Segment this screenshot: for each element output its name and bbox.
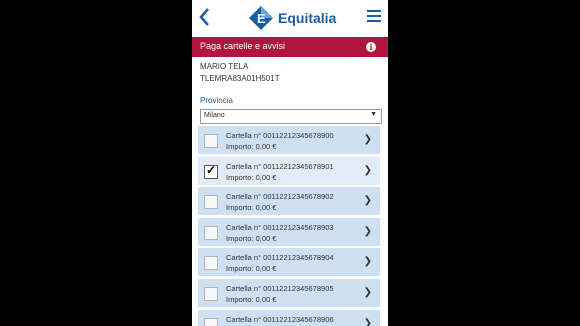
cartella-row[interactable]: ✓ Cartella n° 00112212345678901 Importo: 0…: [198, 156, 380, 185]
user-name: MARIO TELA: [200, 62, 249, 71]
back-button[interactable]: [198, 7, 214, 29]
app-screen: E Equitalia Paga cartelle e avvisi i MAR…: [192, 0, 388, 326]
brand-name: Equitalia: [278, 10, 337, 26]
top-bar: E Equitalia: [192, 0, 388, 37]
fiscal-code: TLEMRA83A01H501T: [200, 74, 280, 83]
cartella-number: Cartella n° 00112212345678905: [226, 283, 334, 293]
equitalia-logo-icon: E: [249, 6, 273, 30]
info-icon[interactable]: i: [366, 42, 376, 52]
cartella-checkbox[interactable]: [204, 195, 218, 210]
hamburger-icon-line: [367, 15, 381, 17]
chevron-right-icon[interactable]: ❯: [364, 256, 372, 267]
cartelle-list: Cartella n° 00112212345678900 Importo: 0,…: [198, 126, 380, 326]
section-title: Paga cartelle e avvisi: [200, 41, 286, 51]
chevron-right-icon[interactable]: ❯: [364, 226, 372, 237]
cartella-importo: Importo: 0,00 €: [226, 172, 277, 182]
chevron-right-icon[interactable]: ❯: [364, 165, 372, 176]
cartella-number: Cartella n° 00112212345678901: [226, 161, 334, 171]
cartella-row[interactable]: Cartella n° 00112212345678900 Importo: 0,…: [198, 126, 380, 154]
cartella-importo: Importo: 0,00 €: [226, 142, 277, 151]
cartella-number: Cartella n° 00112212345678906: [226, 314, 334, 324]
svg-text:E: E: [257, 11, 266, 26]
cartella-number: Cartella n° 00112212345678904: [226, 253, 334, 263]
chevron-right-icon[interactable]: ❯: [364, 287, 372, 298]
cartella-importo: Importo: 0,00 €: [226, 264, 277, 274]
dropdown-arrow-icon: ▼: [370, 111, 377, 118]
chevron-right-icon[interactable]: ❯: [364, 318, 372, 326]
checkmark-icon: ✓: [206, 162, 217, 177]
hamburger-icon-line: [367, 20, 381, 22]
cartella-row[interactable]: Cartella n° 00112212345678902 Importo: 0,…: [198, 187, 380, 216]
cartella-number: Cartella n° 00112212345678902: [226, 192, 334, 202]
hamburger-icon: [367, 10, 381, 12]
province-selected-value: Milano: [204, 112, 225, 119]
cartella-importo: Importo: 0,00 €: [226, 294, 277, 304]
cartella-checkbox[interactable]: [204, 286, 218, 301]
chevron-right-icon[interactable]: ❯: [364, 134, 372, 145]
chevron-left-icon: [199, 8, 209, 26]
brand-logo: E Equitalia: [248, 5, 336, 31]
cartella-number: Cartella n° 00112212345678903: [226, 222, 334, 232]
province-select[interactable]: Milano ▼: [200, 109, 382, 124]
cartella-checkbox[interactable]: [204, 317, 218, 326]
cartella-row[interactable]: Cartella n° 00112212345678904 Importo: 0,…: [198, 248, 380, 277]
cartella-row[interactable]: Cartella n° 00112212345678905 Importo: 0,…: [198, 278, 380, 307]
section-header: Paga cartelle e avvisi i: [192, 37, 388, 57]
cartella-number: Cartella n° 00112212345678900: [226, 131, 334, 140]
cartella-checkbox[interactable]: [204, 225, 218, 240]
cartella-checkbox[interactable]: ✓: [204, 162, 218, 179]
cartella-checkbox[interactable]: [204, 134, 218, 148]
province-label: Provincia: [200, 96, 233, 105]
cartella-row[interactable]: Cartella n° 00112212345678906Importo: 0,…: [198, 309, 380, 326]
cartella-checkbox[interactable]: [204, 256, 218, 271]
cartella-importo: Importo: 0,00 €: [226, 203, 277, 213]
menu-button[interactable]: [367, 10, 381, 24]
cartella-importo: Importo: 0,00 €: [226, 233, 277, 243]
cartella-row[interactable]: Cartella n° 00112212345678903 Importo: 0,…: [198, 217, 380, 246]
chevron-right-icon[interactable]: ❯: [364, 195, 372, 206]
